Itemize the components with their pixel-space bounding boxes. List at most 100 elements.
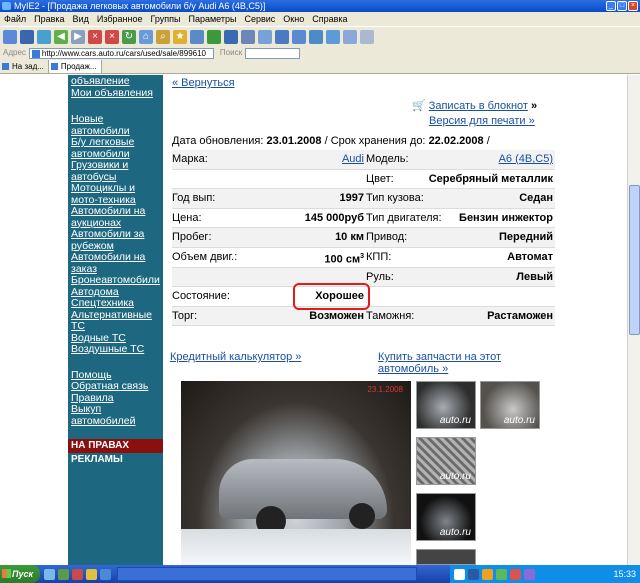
menu-options[interactable]: Параметры bbox=[188, 12, 236, 26]
minimize-button[interactable]: _ bbox=[606, 1, 616, 11]
spec-label: Объем двиг.: bbox=[172, 250, 238, 263]
photo-thumbnail[interactable]: auto.ru bbox=[416, 437, 476, 485]
notepad-action: 🛒 Записать в блокнот » bbox=[412, 99, 537, 113]
table-row: Объем двиг.: 100 см3 КПП: Автомат bbox=[172, 248, 555, 268]
sidebar-link-used-cars[interactable]: Б/у легковые автомобили bbox=[68, 136, 163, 160]
sidebar-link-auctions[interactable]: Автомобили на аукционах bbox=[68, 205, 163, 229]
menu-view[interactable]: Вид bbox=[73, 12, 89, 26]
tray-icon[interactable] bbox=[524, 568, 535, 580]
sidebar-link-feedback[interactable]: Обратная связь bbox=[68, 380, 163, 393]
tab-sale[interactable]: Продаж... bbox=[48, 60, 102, 73]
sidebar-link-special[interactable]: Спецтехника bbox=[68, 297, 163, 310]
sidebar-link-alternative[interactable]: Альтернативные ТС bbox=[68, 309, 163, 333]
language-icon[interactable] bbox=[454, 568, 465, 580]
sidebar-link-order[interactable]: Автомобили на заказ bbox=[68, 251, 163, 275]
edit-icon[interactable] bbox=[275, 29, 289, 44]
credit-calculator-link[interactable]: Кредитный калькулятор » bbox=[170, 351, 301, 363]
address-input[interactable]: http://www.cars.auto.ru/cars/used/sale/8… bbox=[28, 47, 214, 59]
spec-label: Цвет: bbox=[366, 172, 394, 185]
menu-favorites[interactable]: Избранное bbox=[97, 12, 143, 26]
save-icon[interactable] bbox=[20, 29, 34, 44]
clock: 15:33 bbox=[613, 569, 636, 579]
sidebar-link-trucks[interactable]: Грузовики и автобусы bbox=[68, 159, 163, 183]
spec-value: Левый bbox=[516, 270, 553, 283]
spec-label: Год вып: bbox=[172, 192, 216, 205]
history-icon[interactable] bbox=[190, 29, 204, 44]
sidebar-link-moto[interactable]: Мотоциклы и мото-техника bbox=[68, 182, 163, 206]
cart-icon[interactable]: 🛒 bbox=[412, 99, 426, 112]
cascade-icon[interactable] bbox=[326, 29, 340, 44]
spec-value: Автомат bbox=[507, 250, 553, 263]
sidebar-link-new-cars[interactable]: Новые автомобили bbox=[68, 113, 163, 137]
tray-icon[interactable] bbox=[496, 568, 507, 580]
home-icon[interactable]: ⌂ bbox=[139, 29, 153, 44]
menu-tools[interactable]: Сервис bbox=[244, 12, 275, 26]
globe-icon[interactable] bbox=[37, 29, 51, 44]
sidebar-link-armored[interactable]: Бронеавтомобили bbox=[68, 274, 163, 287]
tray-icon[interactable] bbox=[468, 568, 479, 580]
stop-icon[interactable]: × bbox=[88, 29, 102, 44]
menu-edit[interactable]: Правка bbox=[34, 12, 64, 26]
spec-value: 145 000руб bbox=[304, 211, 364, 224]
tray-icon[interactable] bbox=[510, 568, 521, 580]
stop-all-icon[interactable]: × bbox=[105, 29, 119, 44]
sidebar-link-buyout[interactable]: Выкуп автомобилей bbox=[68, 403, 163, 427]
maximize-button[interactable]: □ bbox=[617, 1, 627, 11]
car-photo[interactable]: 23.1.2008 bbox=[181, 381, 411, 565]
sidebar-link-abroad[interactable]: Автомобили за рубежом bbox=[68, 228, 163, 252]
media-icon[interactable] bbox=[224, 29, 238, 44]
menu-groups[interactable]: Группы bbox=[150, 12, 180, 26]
mail-icon[interactable] bbox=[241, 29, 255, 44]
spec-label: Торг: bbox=[172, 309, 198, 322]
launcher-icon[interactable] bbox=[100, 568, 111, 580]
print-version-link[interactable]: Версия для печати » bbox=[429, 115, 535, 127]
favorites-icon[interactable]: ★ bbox=[173, 29, 187, 44]
model-link[interactable]: A6 (4B,C5) bbox=[499, 150, 553, 168]
tile-icon[interactable] bbox=[309, 29, 323, 44]
table-row: Цена: 145 000руб Тип двигателя: Бензин и… bbox=[172, 209, 555, 229]
settings-icon[interactable] bbox=[360, 29, 374, 44]
brand-link[interactable]: Audi bbox=[292, 150, 364, 168]
buy-parts-link[interactable]: Купить запчасти на этот автомобиль » bbox=[378, 351, 558, 375]
photo-thumbnail[interactable]: auto.ru bbox=[416, 493, 476, 541]
menu-help[interactable]: Справка bbox=[312, 12, 347, 26]
print-icon[interactable] bbox=[258, 29, 272, 44]
update-date: 23.01.2008 bbox=[266, 135, 322, 147]
groups-icon[interactable] bbox=[207, 29, 221, 44]
back-icon[interactable]: ◀ bbox=[54, 29, 68, 44]
refresh-icon[interactable]: ↻ bbox=[122, 29, 136, 44]
photo-thumbnail[interactable] bbox=[416, 549, 476, 565]
start-button[interactable]: Пуск bbox=[0, 565, 40, 583]
tray-icon[interactable] bbox=[482, 568, 493, 580]
new-page-icon[interactable] bbox=[3, 29, 17, 44]
table-row: Цвет: Серебряный металлик bbox=[172, 170, 555, 190]
back-link[interactable]: « Вернуться bbox=[172, 77, 235, 89]
sidebar-link-ad[interactable]: объявление bbox=[68, 75, 163, 88]
scrollbar-thumb[interactable] bbox=[629, 185, 640, 335]
menu-window[interactable]: Окно bbox=[283, 12, 304, 26]
quick-launch bbox=[40, 568, 111, 580]
sidebar-link-my-ads[interactable]: Мои объявления bbox=[68, 87, 163, 100]
launcher-icon[interactable] bbox=[86, 568, 97, 580]
spec-label: Состояние: bbox=[172, 290, 230, 303]
photo-thumbnail[interactable]: auto.ru bbox=[480, 381, 540, 429]
menu-file[interactable]: Файл bbox=[4, 12, 26, 26]
search-input[interactable] bbox=[245, 47, 301, 59]
window-icon[interactable] bbox=[292, 29, 306, 44]
launcher-icon[interactable] bbox=[72, 568, 83, 580]
tab-back[interactable]: На зад... bbox=[0, 60, 49, 73]
close-button[interactable]: × bbox=[628, 1, 638, 11]
launcher-icon[interactable] bbox=[58, 568, 69, 580]
forward-icon[interactable]: ▶ bbox=[71, 29, 85, 44]
desktop-icon[interactable] bbox=[44, 568, 55, 580]
vertical-scrollbar[interactable] bbox=[627, 75, 640, 565]
car-wheel bbox=[349, 503, 375, 529]
popup-icon[interactable] bbox=[343, 29, 357, 44]
notepad-link[interactable]: Записать в блокнот bbox=[429, 100, 528, 112]
photo-thumbnail[interactable]: auto.ru bbox=[416, 381, 476, 429]
spec-value: Передний bbox=[498, 231, 553, 244]
search-icon[interactable]: ⌕ bbox=[156, 29, 170, 44]
spec-label: КПП: bbox=[366, 250, 392, 263]
taskbar-window-button[interactable] bbox=[117, 567, 417, 581]
sidebar-link-air[interactable]: Воздушные ТС bbox=[68, 343, 163, 356]
